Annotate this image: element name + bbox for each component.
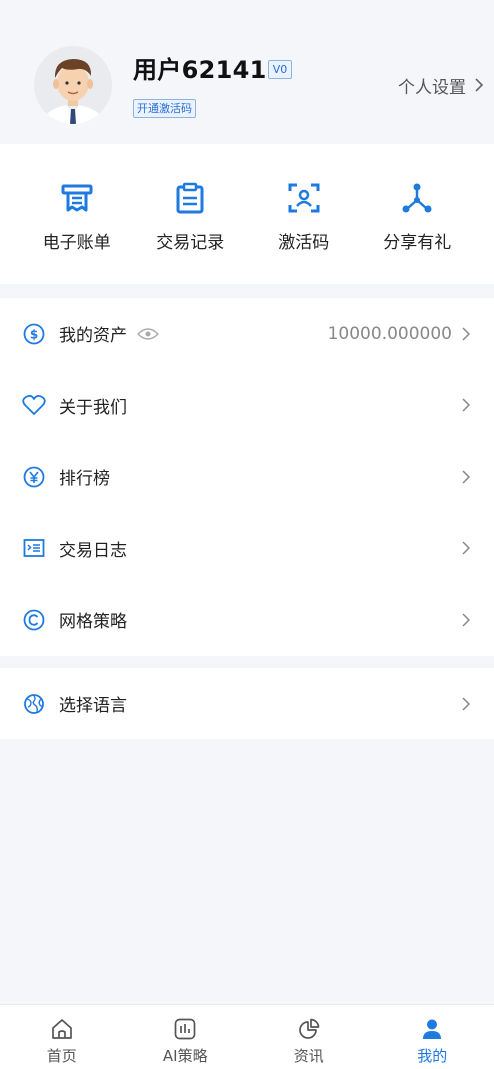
log-list-icon: [22, 536, 46, 560]
quick-actions: 电子账单 交易记录 激活码 分享有礼: [0, 144, 494, 284]
quick-action-label: 电子账单: [42, 233, 111, 253]
heart-icon: [22, 393, 46, 417]
menu-item-trade-log[interactable]: 交易日志: [0, 513, 494, 585]
level-badge: V0: [268, 60, 292, 79]
chevron-right-icon: [462, 696, 471, 711]
tab-label: AI策略: [162, 1047, 208, 1065]
menu-item-grid-strategy[interactable]: 网格策略: [0, 584, 494, 656]
username: 用户62141: [133, 56, 267, 84]
quick-action-label: 交易记录: [156, 233, 225, 253]
activate-code-badge[interactable]: 开通激活码: [133, 99, 196, 118]
profile-page: 用户62141 V0 开通激活码 个人设置 电子账单 交易记录 激活码 分享有礼…: [0, 0, 494, 1069]
chart-icon: [173, 1017, 197, 1041]
menu-item-ranking[interactable]: 排行榜: [0, 441, 494, 513]
personal-settings-label: 个人设置: [398, 77, 466, 98]
avatar[interactable]: [34, 46, 112, 124]
chevron-right-icon: [475, 78, 484, 92]
tab-label: 首页: [46, 1047, 77, 1065]
menu-item-label: 选择语言: [59, 696, 127, 716]
personal-settings-link[interactable]: 个人设置: [398, 74, 484, 98]
globe-icon: [22, 692, 46, 716]
chevron-right-icon: [462, 541, 471, 555]
menu-list: $ 我的资产 10000.000000 关于我们 排行榜 交易日志 网格策略: [0, 298, 494, 656]
dollar-circle-icon: $: [22, 322, 46, 346]
menu-item-label: 交易日志: [59, 540, 127, 561]
menu-item-label: 关于我们: [59, 397, 127, 418]
home-icon: [50, 1017, 74, 1041]
profile-header: 用户62141 V0 开通激活码 个人设置: [0, 0, 494, 144]
scan-user-icon: [286, 180, 322, 216]
pie-icon: [297, 1017, 321, 1041]
menu-item-label: 网格策略: [59, 612, 127, 633]
bottom-tab-bar: 首页 AI策略 资讯 我的: [0, 1004, 494, 1069]
copyright-circle-icon: [22, 608, 46, 632]
yen-circle-icon: [22, 465, 46, 489]
quick-action-e-bill[interactable]: 电子账单: [20, 144, 134, 284]
menu-item-my-assets[interactable]: $ 我的资产 10000.000000: [0, 298, 494, 370]
menu-item-select-language[interactable]: 选择语言: [0, 668, 494, 739]
assets-value: 10000.000000: [327, 323, 452, 344]
chevron-right-icon: [462, 327, 471, 341]
tab-label: 资讯: [293, 1047, 324, 1065]
svg-text:$: $: [30, 327, 38, 341]
quick-action-share-gift[interactable]: 分享有礼: [361, 144, 475, 284]
user-icon: [420, 1017, 444, 1041]
share-nodes-icon: [399, 180, 435, 216]
quick-action-label: 激活码: [278, 233, 330, 253]
chevron-right-icon: [462, 398, 471, 412]
eye-icon[interactable]: [137, 327, 159, 341]
receipt-icon: [59, 180, 95, 216]
tab-mine[interactable]: 我的: [371, 1005, 494, 1069]
tab-news[interactable]: 资讯: [247, 1005, 371, 1069]
menu-item-label: 我的资产: [59, 326, 127, 347]
menu-item-label: 排行榜: [59, 469, 110, 490]
quick-action-label: 分享有礼: [383, 233, 452, 253]
tab-label: 我的: [417, 1047, 448, 1065]
language-section: 选择语言: [0, 668, 494, 739]
tab-home[interactable]: 首页: [0, 1005, 124, 1069]
clipboard-icon: [172, 180, 208, 216]
quick-action-activation-code[interactable]: 激活码: [247, 144, 361, 284]
chevron-right-icon: [462, 470, 471, 484]
quick-action-trade-records[interactable]: 交易记录: [134, 144, 248, 284]
chevron-right-icon: [462, 613, 471, 627]
menu-item-about-us[interactable]: 关于我们: [0, 370, 494, 442]
tab-ai-strategy[interactable]: AI策略: [124, 1005, 248, 1069]
